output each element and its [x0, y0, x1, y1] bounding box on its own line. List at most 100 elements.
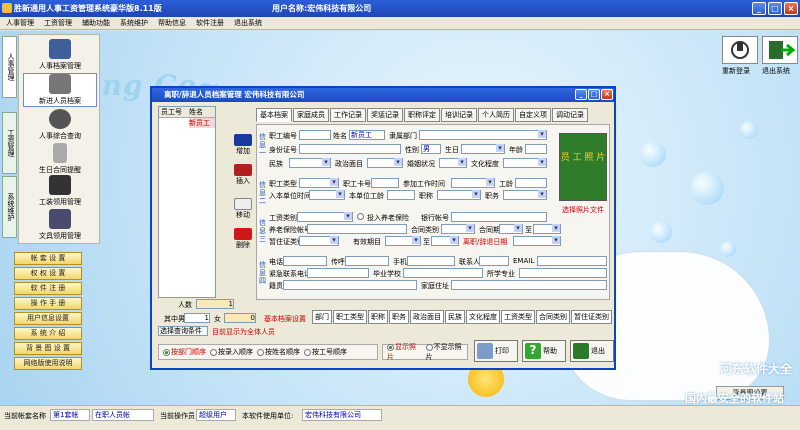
contract-type-dropdown[interactable]	[441, 224, 475, 234]
emp-no-field[interactable]	[299, 130, 331, 140]
delete-button[interactable]: 删除	[232, 228, 254, 250]
join-time-field[interactable]	[451, 178, 495, 188]
contract-end-field[interactable]	[533, 224, 561, 234]
origin-field[interactable]	[283, 280, 417, 290]
position-dropdown[interactable]	[503, 190, 547, 200]
tab-titles[interactable]: 职称评定	[404, 108, 440, 122]
birthday-field[interactable]	[461, 144, 505, 154]
insured-checkbox[interactable]	[357, 213, 364, 220]
title-dropdown[interactable]	[437, 190, 481, 200]
seniority-field[interactable]	[515, 178, 547, 188]
tab-rewards[interactable]: 奖惩记录	[367, 108, 403, 122]
relogin-button[interactable]	[722, 36, 758, 64]
settings-tab[interactable]: 职工类型	[333, 310, 367, 324]
account-setup-button[interactable]: 帐 套 设 置	[14, 252, 82, 265]
contact-field[interactable]	[479, 256, 509, 266]
sort-option[interactable]: 按部门顺序	[163, 347, 206, 357]
address-field[interactable]	[451, 280, 607, 290]
select-photo-button[interactable]: 选择照片文件	[557, 205, 609, 215]
photo-option[interactable]: 显示照片	[387, 342, 422, 362]
print-button[interactable]: 打印	[474, 340, 518, 362]
card-no-field[interactable]	[371, 178, 399, 188]
sidebar-item-archive[interactable]: 人事档案管理	[23, 39, 97, 71]
settings-tab[interactable]: 部门	[312, 310, 332, 324]
join-unit-field[interactable]	[309, 190, 345, 200]
permission-setup-button[interactable]: 权 权 设 置	[14, 267, 82, 280]
sidebar-item-uniform[interactable]: 工装领用管理	[23, 175, 97, 207]
sort-option[interactable]: 按录入顺序	[210, 347, 253, 357]
ethnicity-dropdown[interactable]	[289, 158, 331, 168]
list-header-name[interactable]: 姓名	[187, 107, 215, 117]
sort-option[interactable]: 按姓名顺序	[257, 347, 300, 357]
maximize-icon[interactable]: □	[768, 2, 782, 15]
political-dropdown[interactable]	[367, 158, 403, 168]
exit-system-button[interactable]	[762, 36, 798, 64]
register-button[interactable]: 软 件 注 册	[14, 282, 82, 295]
sidebar-item-new-staff[interactable]: 新进人员档案	[23, 73, 97, 107]
tab-custom[interactable]: 自定义项	[515, 108, 551, 122]
add-button[interactable]: 增加	[232, 134, 254, 156]
name-field[interactable]: 新员工	[349, 130, 385, 140]
list-header-id[interactable]: 员工号	[159, 107, 187, 117]
pager-field[interactable]	[345, 256, 389, 266]
settings-tab[interactable]: 暂住证类别	[571, 310, 612, 324]
vtab-system[interactable]: 系统维护	[2, 176, 17, 238]
settings-tab[interactable]: 职务	[389, 310, 409, 324]
tab-training[interactable]: 培训记录	[441, 108, 477, 122]
contract-start-field[interactable]	[499, 224, 523, 234]
wage-type-dropdown[interactable]	[297, 212, 353, 222]
manual-button[interactable]: 操 作 手 册	[14, 297, 82, 310]
phone-field[interactable]	[283, 256, 327, 266]
menu-item[interactable]: 帮助信息	[158, 17, 186, 29]
tab-transfer[interactable]: 调动记录	[552, 108, 588, 122]
tab-basic[interactable]: 基本档案	[256, 108, 292, 122]
resign-date-field[interactable]	[513, 236, 561, 246]
menu-item[interactable]: 人事管理	[6, 17, 34, 29]
employee-list[interactable]: 员工号 姓名 新员工	[158, 106, 216, 298]
menu-item[interactable]: 退出系统	[234, 17, 262, 29]
settings-tab[interactable]: 政治面目	[410, 310, 444, 324]
mobile-field[interactable]	[407, 256, 455, 266]
sidebar-item-reminder[interactable]: 生日合同提醒	[23, 143, 97, 175]
menu-item[interactable]: 软件注册	[196, 17, 224, 29]
insert-button[interactable]: 插入	[232, 164, 254, 186]
tab-work[interactable]: 工作记录	[330, 108, 366, 122]
vtab-wage[interactable]: 工资管理	[2, 112, 17, 174]
close-icon[interactable]: ×	[784, 2, 798, 15]
sidebar-item-query[interactable]: 人事综合查询	[23, 109, 97, 141]
school-field[interactable]	[403, 268, 483, 278]
education-dropdown[interactable]	[503, 158, 547, 168]
sidebar-item-stationery[interactable]: 文具领用管理	[23, 209, 97, 241]
tab-family[interactable]: 家庭成员	[293, 108, 329, 122]
dept-dropdown[interactable]	[419, 130, 547, 140]
emp-type-dropdown[interactable]	[299, 178, 339, 188]
valid-end-field[interactable]	[431, 236, 459, 246]
age-field[interactable]	[525, 144, 547, 154]
network-guide-button[interactable]: 网络版使用说明	[14, 357, 82, 370]
list-item[interactable]: 新员工	[189, 118, 215, 128]
pension-acct-field[interactable]	[307, 224, 407, 234]
settings-tab[interactable]: 文化程度	[466, 310, 500, 324]
id-card-field[interactable]	[299, 144, 401, 154]
email-field[interactable]	[537, 256, 607, 266]
tab-resume[interactable]: 个人简历	[478, 108, 514, 122]
settings-tab[interactable]: 职称	[368, 310, 388, 324]
query-condition-button[interactable]: 选择查询条件	[158, 326, 208, 336]
menu-item[interactable]: 辅助功能	[82, 17, 110, 29]
bank-acct-field[interactable]	[451, 212, 547, 222]
unit-seniority-field[interactable]	[387, 190, 415, 200]
menu-item[interactable]: 系统维护	[120, 17, 148, 29]
user-settings-button[interactable]: 用户信息设置	[14, 312, 82, 325]
dialog-maximize-icon[interactable]: □	[588, 89, 600, 100]
dialog-close-icon[interactable]: ×	[601, 89, 613, 100]
temp-cert-dropdown[interactable]	[299, 236, 339, 246]
major-field[interactable]	[519, 268, 607, 278]
menu-item[interactable]: 工资管理	[44, 17, 72, 29]
help-button[interactable]: ? 帮助	[522, 340, 566, 362]
settings-tab[interactable]: 工资类型	[501, 310, 535, 324]
settings-tab[interactable]: 民族	[445, 310, 465, 324]
exit-dialog-button[interactable]: 退出	[570, 340, 614, 362]
marital-dropdown[interactable]	[439, 158, 467, 168]
dialog-minimize-icon[interactable]: _	[575, 89, 587, 100]
minimize-icon[interactable]: _	[752, 2, 766, 15]
